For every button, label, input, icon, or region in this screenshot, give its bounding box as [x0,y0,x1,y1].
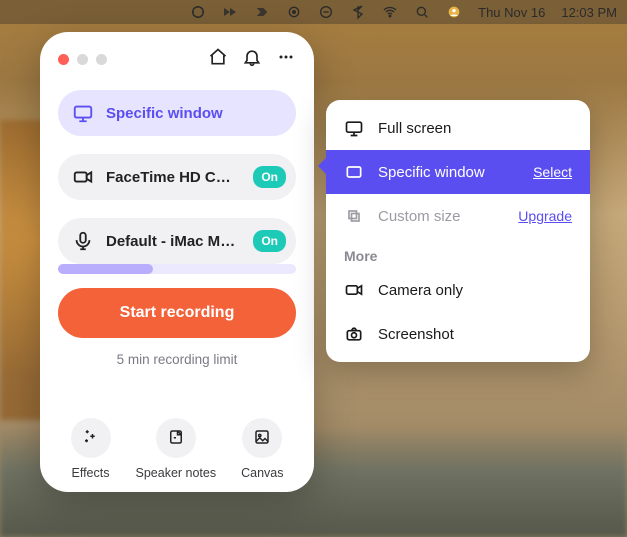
macos-menubar: Thu Nov 16 12:03 PM [0,0,627,24]
menubar-bluetooth-icon[interactable] [350,4,366,20]
speaker-notes-button[interactable]: Speaker notes [136,418,217,480]
effects-button[interactable]: Effects [71,418,111,480]
menubar-gear-icon[interactable] [190,4,206,20]
menubar-wifi-icon[interactable] [382,4,398,20]
option-full-screen-label: Full screen [378,120,451,137]
microphone-selector[interactable]: Default - iMac Mi... On [58,218,296,264]
option-specific-window[interactable]: Specific window Select [326,150,590,194]
recording-source-label: Specific window [106,105,223,122]
microphone-icon [72,230,94,252]
home-icon[interactable] [208,47,228,72]
menubar-time[interactable]: 12:03 PM [561,5,617,20]
minimize-window-dot[interactable] [77,54,88,65]
close-window-dot[interactable] [58,54,69,65]
speaker-notes-label: Speaker notes [136,466,217,480]
camera-label: FaceTime HD Ca... [106,169,236,186]
window-outline-icon [344,162,364,182]
canvas-label: Canvas [241,466,283,480]
sparkle-icon [82,428,100,449]
option-screenshot-label: Screenshot [378,326,454,343]
more-icon[interactable] [276,47,296,72]
camera-status-badge: On [253,166,286,188]
window-traffic-lights[interactable] [58,54,107,65]
option-full-screen[interactable]: Full screen [326,106,590,150]
menubar-dnd-icon[interactable] [318,4,334,20]
canvas-button[interactable]: Canvas [241,418,283,480]
option-camera-only-label: Camera only [378,282,463,299]
menubar-search-icon[interactable] [414,4,430,20]
microphone-status-badge: On [253,230,286,252]
recorder-panel: Specific window FaceTime HD Ca... On Def… [40,32,314,492]
recording-limit-text: 5 min recording limit [58,352,296,367]
bell-icon[interactable] [242,47,262,72]
option-screenshot[interactable]: Screenshot [326,312,590,356]
notes-icon [167,428,185,449]
option-camera-only[interactable]: Camera only [326,268,590,312]
menubar-user-icon[interactable] [446,4,462,20]
menubar-circle-icon[interactable] [286,4,302,20]
microphone-level-meter [58,264,296,274]
camera-only-icon [344,280,364,300]
option-custom-size-label: Custom size [378,208,461,225]
crop-icon [344,206,364,226]
zoom-window-dot[interactable] [96,54,107,65]
menubar-app2-icon[interactable] [254,4,270,20]
option-specific-window-label: Specific window [378,164,485,181]
effects-label: Effects [72,466,110,480]
window-icon [72,102,94,124]
monitor-icon [344,118,364,138]
start-recording-label: Start recording [120,304,235,322]
menubar-app1-icon[interactable] [222,4,238,20]
select-window-action[interactable]: Select [533,164,572,180]
menubar-date[interactable]: Thu Nov 16 [478,5,545,20]
camera-selector[interactable]: FaceTime HD Ca... On [58,154,296,200]
popover-section-more: More [326,238,590,268]
upgrade-link[interactable]: Upgrade [518,208,572,224]
camera-icon [72,166,94,188]
microphone-label: Default - iMac Mi... [106,233,236,250]
recording-source-selector[interactable]: Specific window [58,90,296,136]
canvas-icon [253,428,271,449]
start-recording-button[interactable]: Start recording [58,288,296,338]
source-popover: Full screen Specific window Select Custo… [326,100,590,362]
screenshot-icon [344,324,364,344]
option-custom-size[interactable]: Custom size Upgrade [326,194,590,238]
